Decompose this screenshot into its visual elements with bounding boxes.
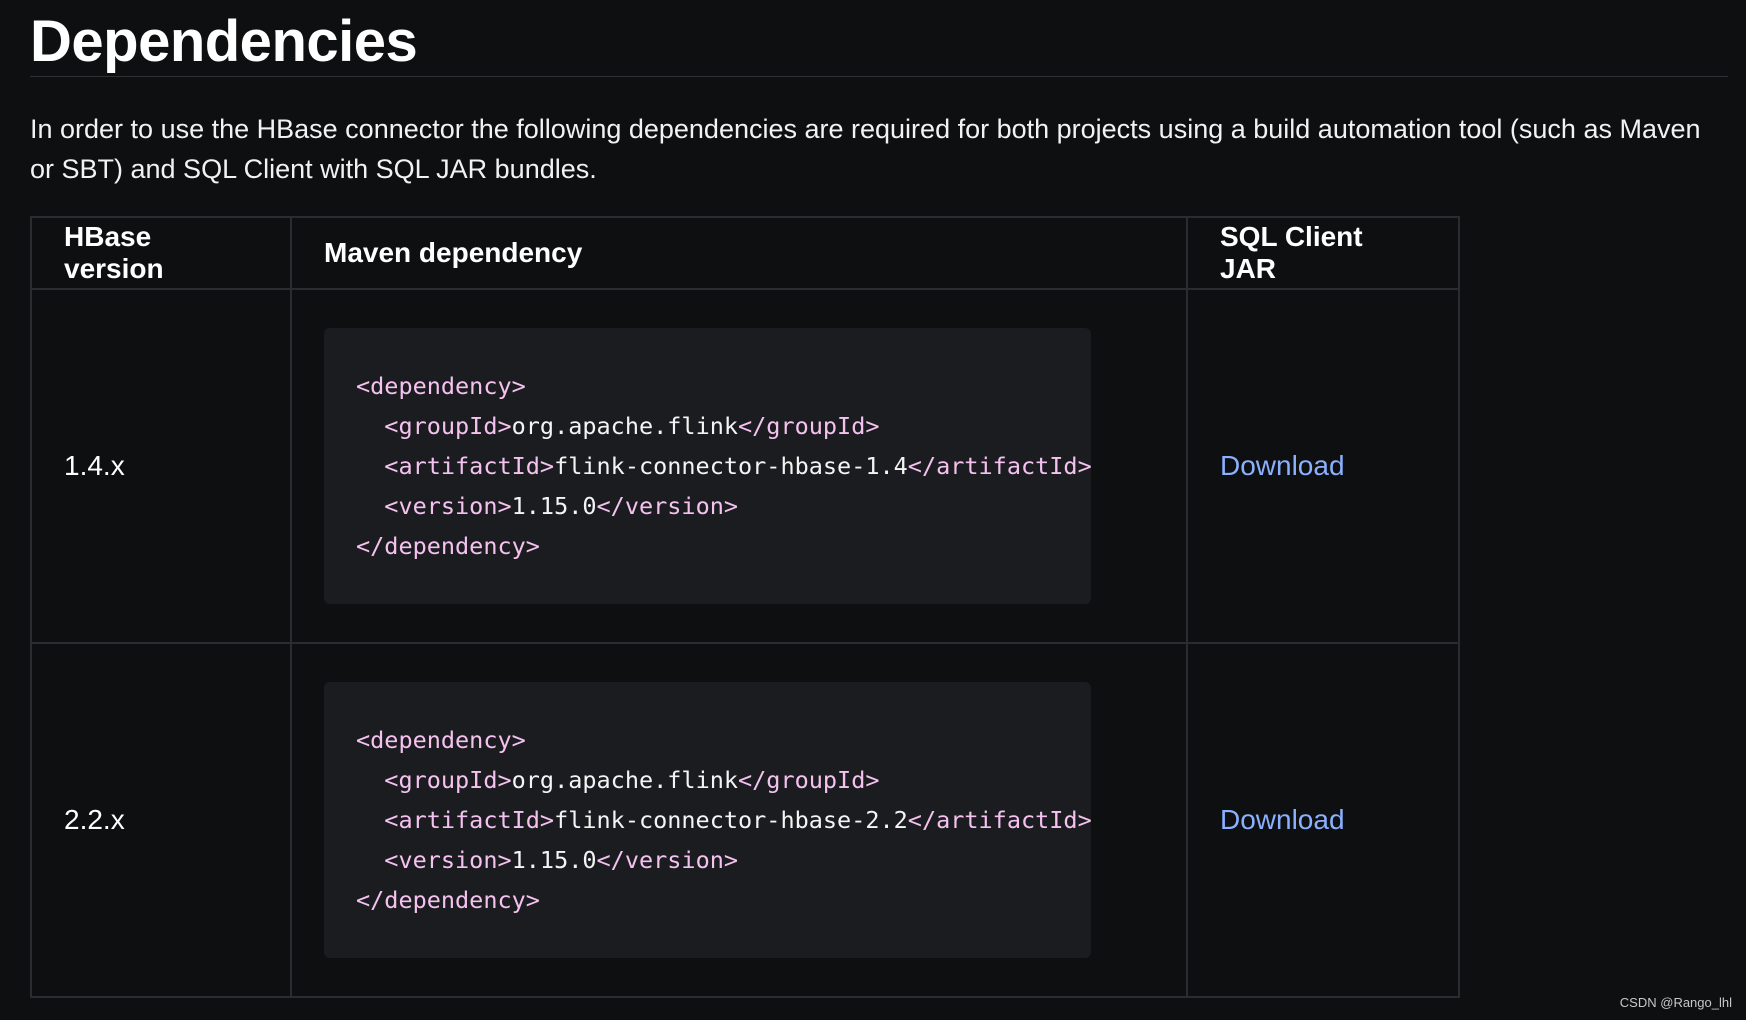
code-value: 1.15.0 [511, 846, 597, 874]
header-hbase-version: HBase version [30, 216, 292, 290]
code-tag: </dependency> [356, 886, 540, 914]
watermark: CSDN @Rango_lhl [1619, 995, 1732, 1010]
code-tag: <groupId> [384, 412, 512, 440]
code-tag: </groupId> [738, 412, 880, 440]
page-title: Dependencies [30, 9, 418, 74]
maven-dependency-cell: <dependency> <groupId>org.apache.flink</… [290, 642, 1188, 998]
code-block[interactable]: <dependency> <groupId>org.apache.flink</… [324, 328, 1092, 604]
code-value: flink-connector-hbase-2.2 [554, 806, 908, 834]
sql-client-jar-cell: Download [1186, 288, 1460, 644]
code-tag: <artifactId> [384, 806, 555, 834]
code-tag: <version> [384, 492, 512, 520]
code-line: </dependency> [356, 526, 1059, 566]
code-tag: </artifactId> [907, 806, 1092, 834]
code-tag: <version> [384, 846, 512, 874]
code-block[interactable]: <dependency> <groupId>org.apache.flink</… [324, 682, 1092, 958]
code-tag: <dependency> [356, 726, 526, 754]
intro-paragraph: In order to use the HBase connector the … [30, 114, 1701, 184]
code-line: <dependency> [356, 366, 1059, 406]
code-tag: <artifactId> [384, 452, 555, 480]
code-tag: </version> [596, 492, 739, 520]
code-value: 1.15.0 [511, 492, 597, 520]
download-link[interactable]: Download [1220, 450, 1345, 481]
code-value: org.apache.flink [511, 412, 739, 440]
code-line: </dependency> [356, 880, 1059, 920]
table-row: 2.2.x <dependency> <groupId>org.apache.f… [30, 642, 1460, 998]
code-tag: </dependency> [356, 532, 540, 560]
code-tag: <groupId> [384, 766, 512, 794]
code-line: <dependency> [356, 720, 1059, 760]
table-row: 1.4.x <dependency> <groupId>org.apache.f… [30, 288, 1460, 644]
code-tag: </groupId> [738, 766, 880, 794]
maven-dependency-cell: <dependency> <groupId>org.apache.flink</… [290, 288, 1188, 644]
download-link[interactable]: Download [1220, 804, 1345, 835]
header-sql-client-jar: SQL Client JAR [1186, 216, 1460, 290]
code-line: <artifactId>flink-connector-hbase-2.2</a… [356, 800, 1091, 840]
code-line: <version>1.15.0</version> [356, 840, 1059, 880]
dependencies-table: HBase version Maven dependency SQL Clien… [30, 216, 1460, 998]
docs-content: Dependencies In order to use the HBase c… [30, 0, 1728, 998]
hbase-version-cell: 2.2.x [30, 642, 292, 998]
table-header-row: HBase version Maven dependency SQL Clien… [30, 216, 1460, 290]
code-value: org.apache.flink [511, 766, 739, 794]
code-tag: <dependency> [356, 372, 526, 400]
code-tag: </artifactId> [907, 452, 1092, 480]
code-value: flink-connector-hbase-1.4 [554, 452, 908, 480]
header-maven-dependency: Maven dependency [290, 216, 1188, 290]
hbase-version-cell: 1.4.x [30, 288, 292, 644]
code-line: <groupId>org.apache.flink</groupId> [356, 760, 1059, 800]
code-line: <artifactId>flink-connector-hbase-1.4</a… [356, 446, 1091, 486]
code-tag: </version> [596, 846, 739, 874]
code-line: <groupId>org.apache.flink</groupId> [356, 406, 1059, 446]
sql-client-jar-cell: Download [1186, 642, 1460, 998]
code-line: <version>1.15.0</version> [356, 486, 1059, 526]
